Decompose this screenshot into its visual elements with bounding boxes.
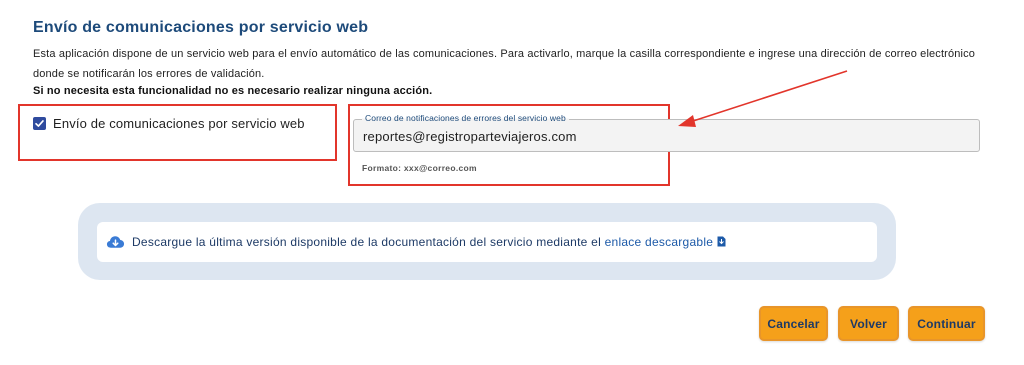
documentation-text: Descargue la última versión disponible d… xyxy=(132,235,726,249)
download-link[interactable]: enlace descargable xyxy=(605,235,727,249)
back-button[interactable]: Volver xyxy=(838,306,899,341)
documentation-text-body: Descargue la última versión disponible d… xyxy=(132,235,601,249)
cancel-button[interactable]: Cancelar xyxy=(759,306,828,341)
cloud-download-icon xyxy=(106,236,125,248)
continue-button[interactable]: Continuar xyxy=(908,306,985,341)
download-link-label[interactable]: enlace descargable xyxy=(605,235,714,249)
pdf-file-icon xyxy=(717,236,726,247)
documentation-banner-content: Descargue la última versión disponible d… xyxy=(97,222,877,262)
